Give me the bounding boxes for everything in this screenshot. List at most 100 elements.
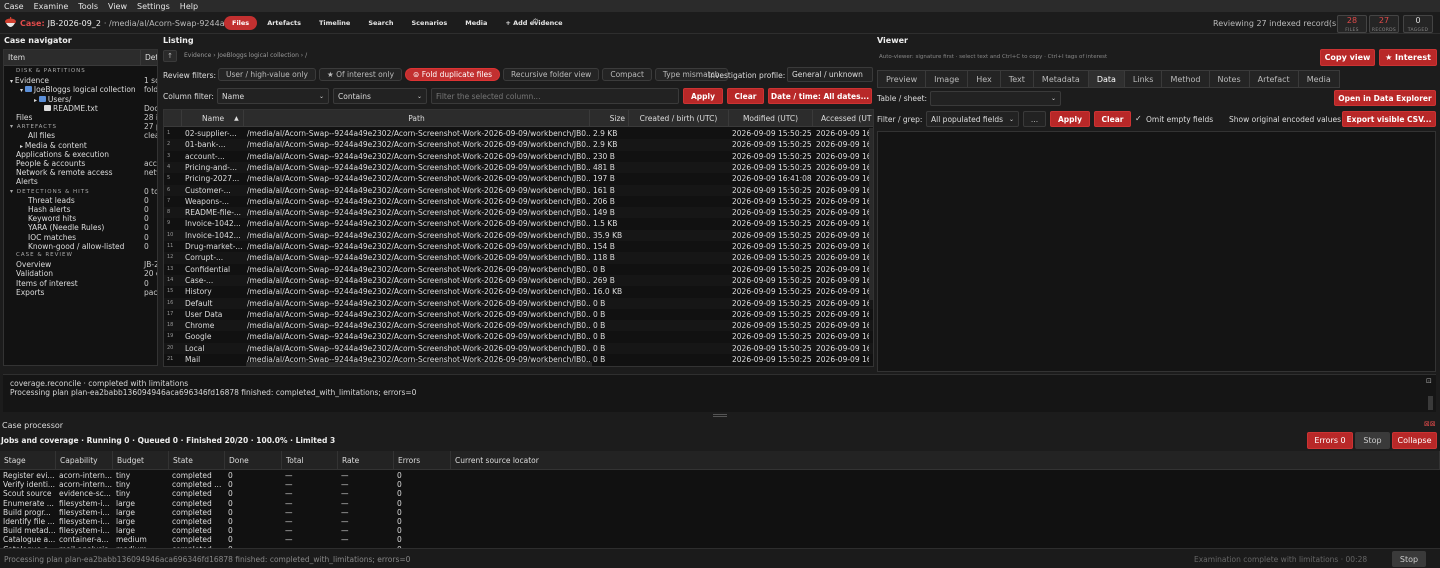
table-row[interactable]: 5 Pricing-2027... /media/al/Acorn-Swap--92…	[164, 173, 873, 184]
navigator-item[interactable]: README.txt Docu	[4, 104, 157, 113]
col-name[interactable]: Name ▲	[182, 110, 244, 127]
viewer-apply-button[interactable]: Apply	[1050, 111, 1090, 127]
filter-fold-duplicates[interactable]: ⊜ Fold duplicate files	[405, 68, 501, 81]
table-row[interactable]: 3 account-... /media/al/Acorn-Swap--9244a4…	[164, 151, 873, 162]
table-row[interactable]: 10 Invoice-1042... /media/al/Acorn-Swap--9…	[164, 229, 873, 241]
table-row[interactable]: 2 01-bank-... /media/al/Acorn-Swap--9244a4…	[164, 139, 873, 151]
menu-examine[interactable]: Examine	[34, 2, 69, 11]
tab-scenarios[interactable]: Scenarios	[404, 16, 456, 30]
table-row[interactable]: 1 02-supplier-... /media/al/Acorn-Swap--92…	[164, 128, 873, 139]
table-row[interactable]: 18 Chrome/media/al/Acorn-Swap--9244a49e23…	[164, 320, 873, 332]
listing-clear-button[interactable]: Clear	[727, 88, 764, 104]
table-row[interactable]: 7 Weapons-... /media/al/Acorn-Swap--9244a4…	[164, 196, 873, 207]
menu-view[interactable]: View	[108, 2, 127, 11]
navigator-item[interactable]: Hash alerts 0	[4, 205, 157, 214]
expand-arrow-icon[interactable]: ▾	[10, 123, 17, 130]
col-detail[interactable]: Det	[141, 50, 157, 65]
profile-select[interactable]: General / unknown	[787, 67, 873, 82]
processor-row[interactable]: Register evi... acorn-intern... tiny comple…	[0, 471, 1440, 480]
table-row[interactable]: 16 Default/media/al/Acorn-Swap--9244a49e2…	[164, 297, 873, 309]
table-row[interactable]: 8 README-file-... /media/al/Acorn-Swap--92…	[164, 207, 873, 219]
listing-hscrollbar[interactable]	[246, 362, 592, 366]
col-total[interactable]: Total	[282, 451, 338, 470]
col-item[interactable]: Item	[4, 50, 141, 65]
col-path[interactable]: Path	[244, 110, 590, 127]
show-original-toggle[interactable]: Show original encoded values	[1229, 115, 1341, 124]
processor-stop-button[interactable]: Stop	[1355, 432, 1390, 449]
operator-select[interactable]: Contains ⌄	[333, 88, 427, 104]
viewer-clear-button[interactable]: Clear	[1094, 111, 1131, 127]
navigator-item[interactable]: DISK & PARTITIONS	[4, 67, 157, 76]
errors-button[interactable]: Errors 0	[1307, 432, 1353, 449]
table-sheet-select[interactable]: ⌄	[930, 91, 1061, 106]
interest-button[interactable]: ★ Interest	[1379, 49, 1437, 66]
navigator-item[interactable]: People & accounts acco	[4, 159, 157, 168]
navigator-item[interactable]: Overview JB-2	[4, 260, 157, 269]
column-select[interactable]: Name ⌄	[217, 88, 329, 104]
expand-arrow-icon[interactable]: ▾	[10, 188, 17, 195]
export-csv-button[interactable]: Export visible CSV...	[1342, 111, 1436, 127]
col-rate[interactable]: Rate	[338, 451, 394, 470]
navigator-item[interactable]: Keyword hits 0	[4, 214, 157, 223]
navigator-item[interactable]: ▾ Evidence1 so	[4, 76, 157, 85]
menu-tools[interactable]: Tools	[78, 2, 98, 11]
col-errors[interactable]: Errors	[394, 451, 451, 470]
col-accessed[interactable]: Accessed (UT	[813, 110, 873, 127]
menu-case[interactable]: Case	[4, 2, 24, 11]
viewer-tab-preview[interactable]: Preview	[877, 70, 927, 88]
tab-timeline[interactable]: Timeline	[311, 16, 358, 30]
omit-empty-checkbox[interactable]: ✓	[1135, 114, 1142, 123]
viewer-tab-notes[interactable]: Notes	[1208, 70, 1250, 88]
viewer-tab-media[interactable]: Media	[1297, 70, 1340, 88]
navigator-item[interactable]: ▸ Users/	[4, 95, 157, 104]
log-expand-icon[interactable]: ⊡	[1426, 377, 1432, 385]
up-button[interactable]: ↑	[163, 50, 177, 62]
col-modified[interactable]: Modified (UTC)	[729, 110, 813, 127]
tab-artefacts[interactable]: Artefacts	[259, 16, 309, 30]
viewer-tab-links[interactable]: Links	[1123, 70, 1163, 88]
col-done[interactable]: Done	[225, 451, 282, 470]
table-row[interactable]: 14 Case-... /media/al/Acorn-Swap--9244a49e…	[164, 274, 873, 287]
tab-media[interactable]: Media	[457, 16, 495, 30]
navigator-item[interactable]: All files clear	[4, 131, 157, 140]
copy-view-button[interactable]: Copy view	[1320, 49, 1375, 66]
table-row[interactable]: 4 Pricing-and-... /media/al/Acorn-Swap--92…	[164, 161, 873, 174]
navigator-item[interactable]: Alerts	[4, 177, 157, 186]
col-created[interactable]: Created / birth (UTC)	[629, 110, 729, 127]
tab-files[interactable]: Files	[224, 16, 258, 30]
tab-search[interactable]: Search	[360, 16, 401, 30]
table-row[interactable]: 9 Invoice-1042... /media/al/Acorn-Swap--92…	[164, 218, 873, 229]
filter-user-high-value[interactable]: User / high-value only	[218, 68, 316, 81]
listing-apply-button[interactable]: Apply	[683, 88, 723, 104]
navigator-item[interactable]: Files 28 in	[4, 113, 157, 122]
listing-vscrollbar[interactable]	[869, 128, 873, 300]
processor-row[interactable]: Identify file ... filesystem-i... large com…	[0, 517, 1440, 526]
viewer-tab-artefact[interactable]: Artefact	[1248, 70, 1299, 88]
table-row[interactable]: 15 History/media/al/Acorn-Swap--9244a49e2…	[164, 286, 873, 297]
menu-help[interactable]: Help	[180, 2, 198, 11]
viewer-tab-image[interactable]: Image	[925, 70, 969, 88]
navigator-item[interactable]: ▾ DETECTIONS & HITS 0 to	[4, 187, 157, 196]
navigator-item[interactable]: Known-good / allow-listed 0	[4, 242, 157, 251]
table-row[interactable]: 11 Drug-market-... /media/al/Acorn-Swap--9…	[164, 241, 873, 252]
grep-input[interactable]: ...	[1023, 111, 1046, 127]
splitter-handle[interactable]	[713, 414, 727, 417]
column-filter-input[interactable]: Filter the selected column...	[431, 88, 679, 104]
viewer-tab-text[interactable]: Text	[999, 70, 1034, 88]
filter-of-interest[interactable]: ★ Of interest only	[318, 68, 403, 81]
viewer-tab-data[interactable]: Data	[1087, 70, 1125, 88]
date-filter-button[interactable]: Date / time: All dates...	[768, 88, 872, 104]
navigator-item[interactable]: Threat leads 0	[4, 196, 157, 205]
navigator-item[interactable]: Applications & execution	[4, 150, 157, 159]
navigator-item[interactable]: ▾ ARTEFACTS 27 p	[4, 122, 157, 131]
table-row[interactable]: 19 Google/media/al/Acorn-Swap--9244a49e23…	[164, 331, 873, 342]
processor-row[interactable]: Build progr... filesystem-i... large comple…	[0, 508, 1440, 517]
navigator-item[interactable]: YARA (Needle Rules) 0	[4, 223, 157, 232]
navigator-item[interactable]: CASE & REVIEW	[4, 251, 157, 260]
col-budget[interactable]: Budget	[113, 451, 169, 470]
navigator-item[interactable]: Network & remote access netw	[4, 168, 157, 177]
table-row[interactable]: 12 Corrupt-... /media/al/Acorn-Swap--9244a…	[164, 252, 873, 264]
col-capability[interactable]: Capability	[56, 451, 113, 470]
navigator-item[interactable]: ▸ Media & content	[4, 141, 157, 150]
processor-row[interactable]: Enumerate ... filesystem-i... large complet…	[0, 499, 1440, 508]
